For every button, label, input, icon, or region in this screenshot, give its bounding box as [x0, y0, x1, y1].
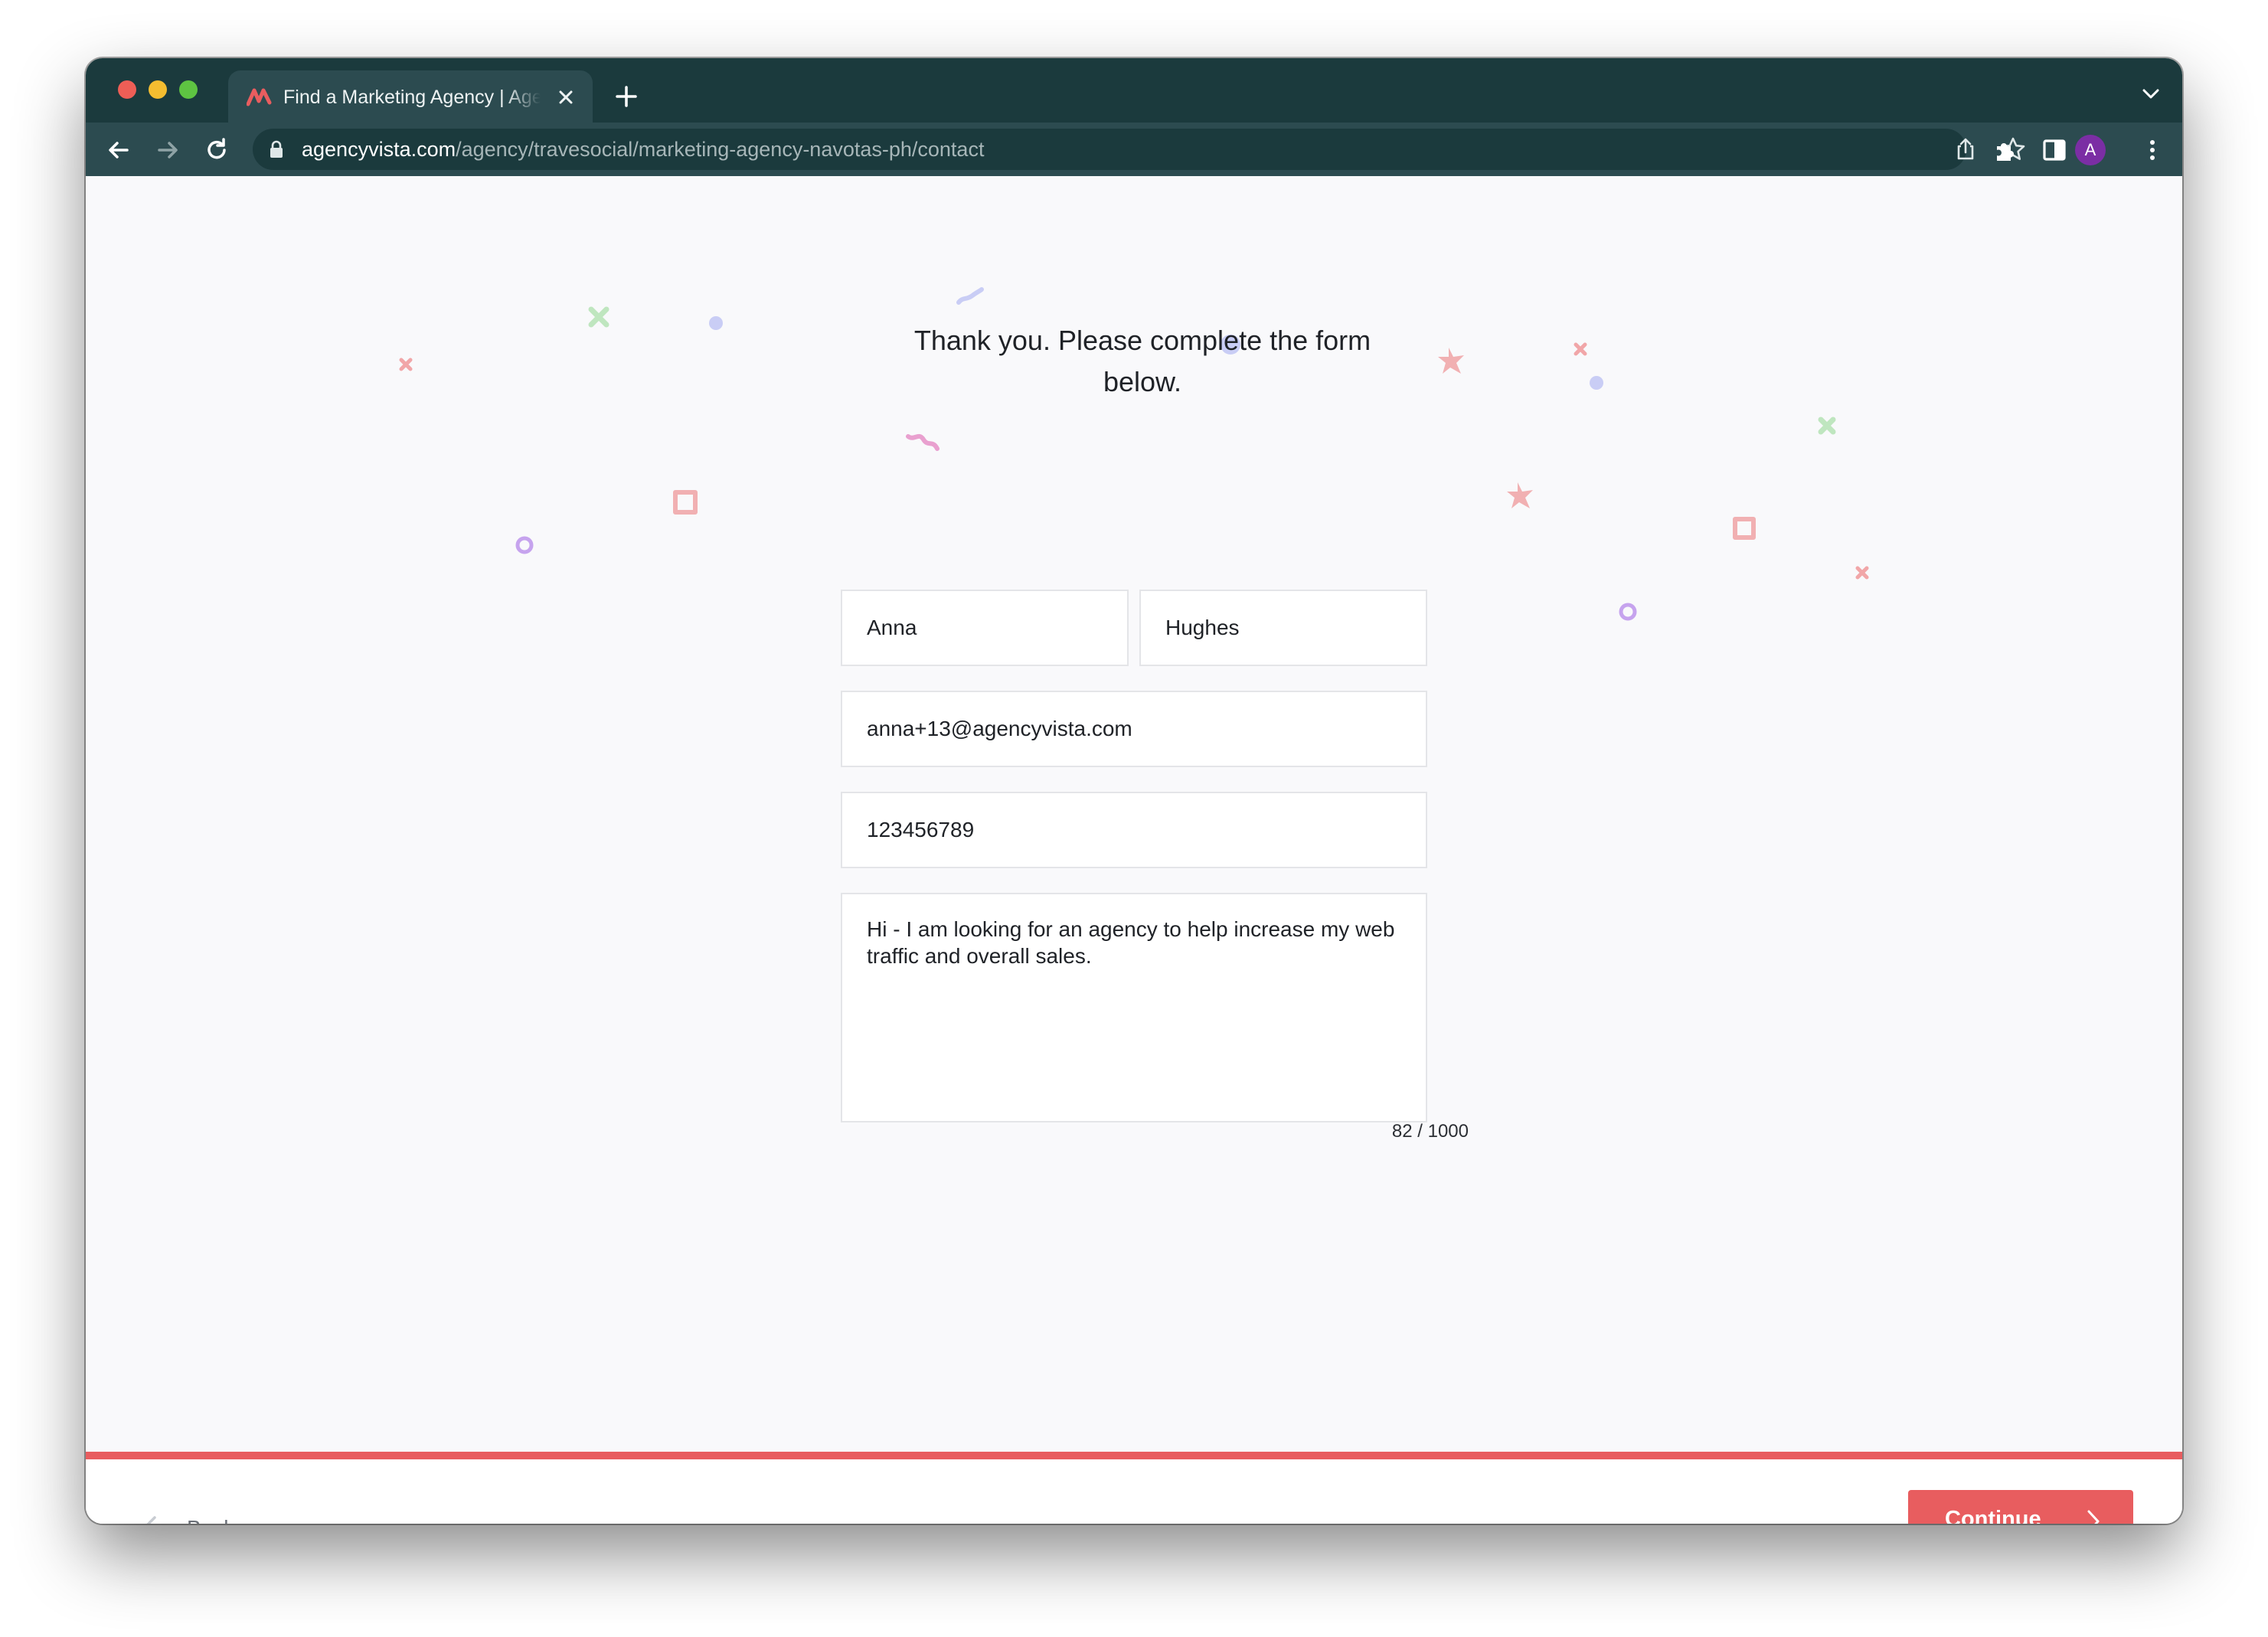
phone-input[interactable]	[841, 792, 1427, 868]
url-text: agencyvista.com/agency/travesocial/marke…	[302, 138, 984, 161]
browser-window: Find a Marketing Agency | Agency Vista	[86, 58, 2182, 1524]
close-icon[interactable]	[556, 87, 576, 107]
share-icon[interactable]	[1953, 136, 1979, 162]
url-host: agencyvista.com	[302, 138, 456, 161]
footer-nav: Back Continue	[86, 1459, 2182, 1524]
avatar[interactable]: A	[2075, 135, 2106, 165]
back-arrow-icon[interactable]	[106, 137, 132, 163]
page-title-line-1: Thank you. Please complete the form	[913, 325, 1371, 356]
last-name-input[interactable]	[1139, 590, 1427, 666]
menu-icon[interactable]	[2139, 137, 2165, 163]
page-content: Thank you. Please complete the form belo…	[86, 176, 2182, 1524]
tab-title: Find a Marketing Agency | Agency Vista	[283, 87, 541, 108]
back-button[interactable]: Back	[132, 1510, 270, 1524]
close-window-button[interactable]	[118, 80, 136, 99]
continue-label: Continue	[1945, 1507, 2041, 1524]
continue-button[interactable]: Continue	[1908, 1490, 2133, 1524]
progress-bar	[86, 1452, 2182, 1459]
tab-strip: Find a Marketing Agency | Agency Vista	[86, 58, 2182, 123]
chevron-down-icon[interactable]	[2141, 86, 2161, 101]
chevron-right-icon	[2087, 1510, 2100, 1524]
chevron-left-icon	[146, 1516, 156, 1524]
message-textarea[interactable]: Hi - I am looking for an agency to help …	[841, 893, 1427, 1122]
plus-icon[interactable]	[614, 84, 639, 109]
side-panel-icon[interactable]	[2041, 137, 2067, 163]
favicon-icon	[247, 88, 272, 106]
browser-tab[interactable]: Find a Marketing Agency | Agency Vista	[228, 70, 593, 123]
browser-toolbar: agencyvista.com/agency/travesocial/marke…	[86, 123, 2182, 240]
email-input[interactable]	[841, 691, 1427, 767]
url-path: /agency/travesocial/marketing-agency-nav…	[456, 138, 985, 161]
reload-icon[interactable]	[204, 137, 230, 163]
progress-bar-fill	[86, 1452, 2182, 1459]
address-bar[interactable]: agencyvista.com/agency/travesocial/marke…	[253, 129, 2025, 170]
page-title: Thank you. Please complete the form belo…	[874, 320, 1410, 403]
page-title-line-2: below.	[1103, 366, 1182, 397]
minimize-window-button[interactable]	[149, 80, 167, 99]
back-label: Back	[187, 1516, 234, 1524]
first-name-input[interactable]	[841, 590, 1129, 666]
forward-arrow-icon[interactable]	[155, 137, 181, 163]
lock-icon[interactable]	[270, 140, 283, 158]
maximize-window-button[interactable]	[179, 80, 198, 99]
character-counter: 82 / 1000	[1391, 1121, 1469, 1142]
confetti-decoration	[399, 287, 1869, 621]
extensions-icon[interactable]	[1992, 137, 2018, 163]
